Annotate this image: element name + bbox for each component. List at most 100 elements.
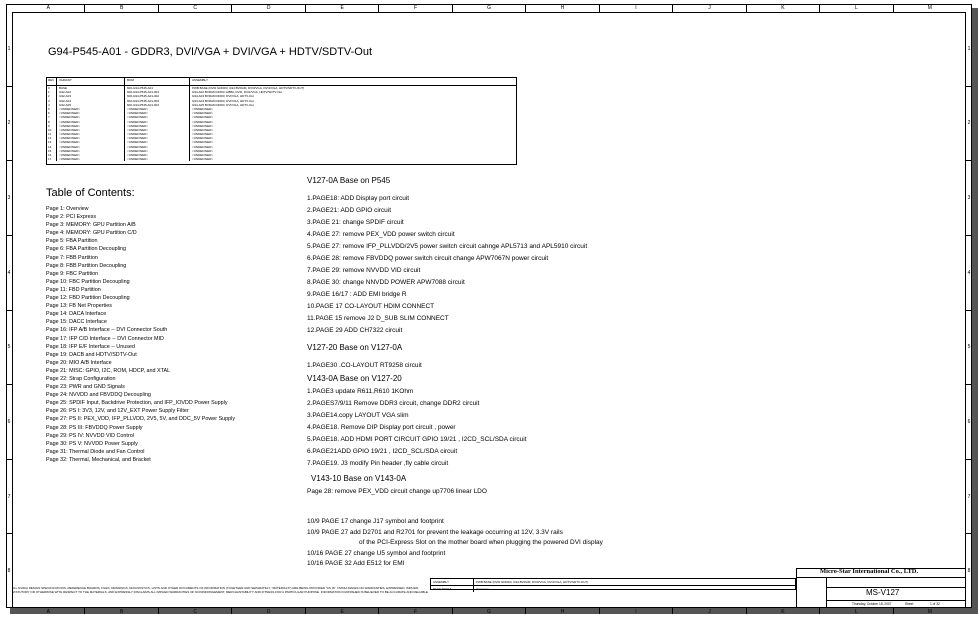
toc-item: Page 2: PCI Express bbox=[46, 214, 97, 221]
section-items: 1.PAGE3 update R611,R610 1KOhm 2.PAGES7/9… bbox=[307, 386, 527, 470]
note-line: 3.PAGE 21: change SPDIF circuit bbox=[307, 219, 404, 226]
column-marker: I bbox=[598, 608, 672, 615]
toc-item: Page 22: Strap Configuration bbox=[46, 375, 116, 382]
note-line: 6.PAGE21ADD GPIO 19/21 , I2CD_SCL/SDA ci… bbox=[307, 448, 458, 455]
section-items: 1.PAGE30 .CO-LAYOUT RT9258 circuit bbox=[307, 360, 422, 372]
header-cell: REV bbox=[47, 78, 57, 85]
row-marker: 4 bbox=[966, 234, 972, 310]
column-marker: B bbox=[84, 608, 157, 615]
column-marker: M bbox=[892, 4, 966, 12]
column-marker: L bbox=[819, 4, 892, 12]
note-line: 10/9 PAGE 17 change J17 symbol and footp… bbox=[307, 518, 444, 525]
row-marker: 5 bbox=[966, 309, 972, 385]
section-items: Page 28: remove PEX_VDD circuit change u… bbox=[307, 486, 487, 498]
toc-item: Page 13: FB Net Properties bbox=[46, 303, 112, 310]
revision-cell: <UNDEFINED> bbox=[125, 157, 190, 162]
model-number: MS-V127 bbox=[866, 588, 900, 597]
note-line: 7.PAGE19. J3 modify Pin header ,fly cabl… bbox=[307, 460, 449, 467]
row-marker: 4 bbox=[6, 234, 12, 310]
row-markers-left: 1 2345678 bbox=[6, 12, 12, 608]
title-block-divider bbox=[826, 577, 827, 608]
row-marker: 3 bbox=[6, 160, 12, 235]
row-marker: 7 bbox=[6, 458, 12, 534]
column-marker: K bbox=[745, 608, 819, 615]
column-marker: A bbox=[46, 609, 50, 615]
toc-item: Page 4: MEMORY: GPU Partition C/D bbox=[46, 230, 137, 237]
note-line: 10.PAGE 17 CO-LAYOUT HDIM CONNECT bbox=[307, 303, 435, 310]
note-line: 9.PAGE 16/17 : ADD EMI bridge R bbox=[307, 291, 407, 298]
assembly-label: ASSEMBLY bbox=[431, 579, 474, 585]
note-line: of the PCI-Express Slot on the mother bo… bbox=[359, 539, 603, 546]
toc-item: Page 11: FBD Partition bbox=[46, 286, 101, 293]
column-marker: J bbox=[672, 608, 745, 615]
revision-table: REV VARIANT BOM ASSEMBLY 0 BASE 600-G94-P5… bbox=[46, 77, 517, 165]
disclaimer-text: ALL NVIDIA DESIGN SPECIFICATIONS, REFERE… bbox=[12, 586, 429, 594]
column-marker: F bbox=[378, 608, 451, 615]
toc-item: Page 29: PS IV: NVVDD VID Control bbox=[46, 432, 134, 439]
note-line: 4.PAGE 27: remove PEX_VDD power switch c… bbox=[307, 231, 455, 238]
toc-item: Page 10: FBC Partition Decoupling bbox=[46, 278, 130, 285]
schematic-title: G94-P545-A01 - GDDR3, DVI/VGA + DVI/VGA … bbox=[48, 46, 373, 58]
toc-item: Page 26: PS I: 3V3, 12V, and 12V_EXT Pow… bbox=[46, 408, 189, 415]
column-marker: H bbox=[525, 608, 598, 615]
column-marker: K bbox=[745, 4, 819, 12]
row-marker: 1 bbox=[967, 45, 971, 52]
toc-item: Page 3: MEMORY: GPU Partition A/B bbox=[46, 222, 136, 229]
row-marker: 3 bbox=[966, 160, 972, 235]
toc-item: Page 9: FBC Partition bbox=[46, 270, 99, 277]
note-line: 11.PAGE 15 remove J2 D_SUB SLIM CONNECT bbox=[307, 315, 449, 322]
title-block-divider bbox=[826, 600, 966, 601]
sheet-value: 1 of 32 bbox=[930, 602, 940, 606]
toc-list: Page 1: Overview Page 2: PCI Express Page … bbox=[46, 205, 235, 464]
column-marker: J bbox=[672, 4, 745, 12]
row-markers-right: 1 2345678 bbox=[966, 12, 972, 608]
column-marker: C bbox=[157, 4, 231, 12]
row-marker: 7 bbox=[966, 458, 972, 534]
note-line: 10/16 PAGE 27 change U5 symbol and footp… bbox=[307, 549, 446, 557]
toc-item: Page 5: FBA Partition bbox=[46, 238, 98, 245]
column-marker: G bbox=[451, 608, 525, 615]
note-line: 1.PAGE18: ADD Display port circuit bbox=[307, 195, 410, 202]
note-line: 10/9 PAGE 27 add D2701 and R2701 for pre… bbox=[307, 528, 563, 536]
note-line: 5.PAGE18. ADD HDMI PORT CIRCUIT GPIO 19/… bbox=[307, 436, 527, 443]
note-line: 1.PAGE3 update R611,R610 1KOhm bbox=[307, 388, 414, 395]
toc-item: Page 19: DACB and HDTV/SDTV-Out bbox=[46, 351, 137, 358]
toc-item: Page 30: PS V: NVVDD Power Supply bbox=[46, 440, 138, 447]
revision-cell: 17 bbox=[47, 157, 57, 162]
toc-item: Page 14: DACA Interface bbox=[46, 311, 107, 318]
toc-item: Page 6: FBA Partition Decoupling bbox=[46, 246, 127, 253]
note-line: 10/16 PAGE 32 Add E512 for EMI bbox=[307, 560, 405, 567]
section-title: V143-10 Base on V143-0A bbox=[311, 474, 407, 483]
page-detail-label: PAGE DETAIL bbox=[431, 586, 474, 592]
note-line: 6.PAGE 28: remove FBVDDQ power switch ci… bbox=[307, 255, 549, 262]
row-marker: 6 bbox=[6, 384, 12, 459]
note-line: 4.PAGE18. Remove DIP Display port circui… bbox=[307, 424, 456, 431]
column-marker: E bbox=[304, 4, 378, 12]
note-line: 3.PAGE14.copy LAYOUT VGA slim bbox=[307, 412, 409, 419]
note-line: 2.PAGE21: ADD GPIO circuit bbox=[307, 207, 392, 214]
column-marker: H bbox=[525, 4, 598, 12]
row-marker: 2 bbox=[6, 85, 12, 161]
toc-item: Page 17: IFP C/D Interface -- DVI Connec… bbox=[46, 335, 164, 342]
toc-item: Page 24: NVVDD and FBVDDQ Decoupling bbox=[46, 392, 151, 399]
row-marker: 5 bbox=[6, 309, 12, 385]
company-name: Micro-Star International Co., LTD. bbox=[820, 568, 919, 575]
toc-item: Page 16: IFP A/B Interface -- DVI Connec… bbox=[46, 327, 168, 334]
header-cell: VARIANT bbox=[57, 78, 125, 85]
section-items: 1.PAGE18: ADD Display port circuit 2.PAGE… bbox=[307, 193, 587, 337]
page-detail-value: Overview bbox=[476, 587, 489, 591]
toc-item: Page 21: MISC: GPIO, I2C, ROM, HDCP, and… bbox=[46, 367, 171, 374]
row-marker: 1 bbox=[7, 45, 11, 52]
toc-item: Page 32: Thermal, Mechanical, and Bracke… bbox=[46, 456, 151, 463]
section-title: V127-0A Base on P545 bbox=[307, 176, 391, 185]
toc-item: Page 27: PS II: PEX_VDD, IFP_PLLVDD, 2V5… bbox=[46, 416, 236, 423]
page-shadow-right bbox=[972, 8, 978, 612]
column-marker: F bbox=[378, 4, 451, 12]
toc-item: Page 12: FBD Partition Decoupling bbox=[46, 295, 130, 302]
column-markers-top: A BCDEFGHIJKLM bbox=[12, 4, 966, 12]
drawing-date: Thursday, October 18, 2007 bbox=[852, 602, 892, 606]
title-block-divider bbox=[796, 577, 966, 578]
toc-item: Page 15: DACC Interface bbox=[46, 319, 107, 326]
column-marker: A bbox=[46, 5, 50, 11]
sheet-label: Sheet bbox=[905, 602, 914, 606]
